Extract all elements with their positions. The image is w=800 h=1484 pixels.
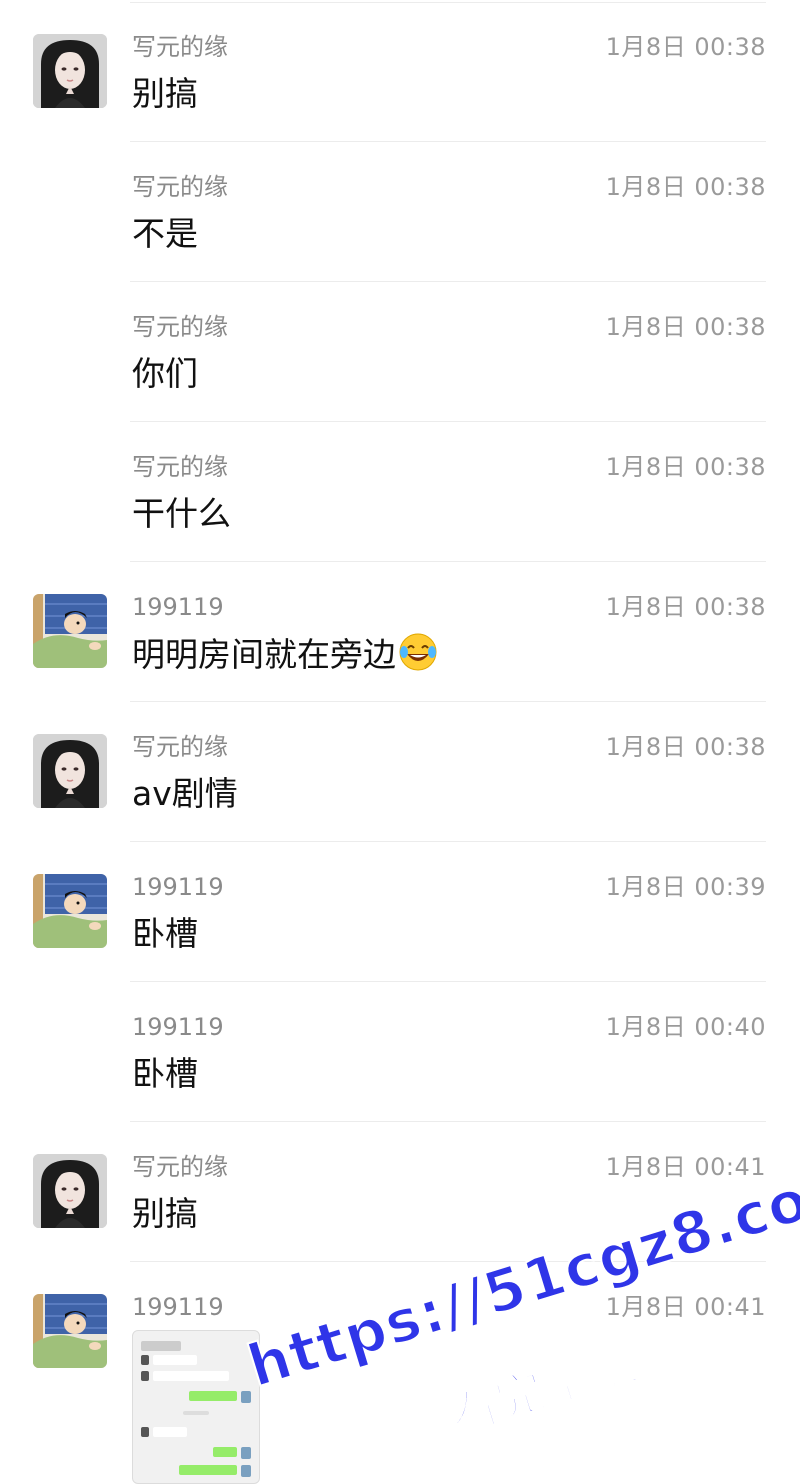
message-time: 1月8日 00:38 <box>605 173 766 201</box>
cartoon-avatar[interactable] <box>33 1294 107 1368</box>
message-text-content: 卧槽 <box>132 1054 198 1093</box>
sender-name: 199119 <box>132 873 224 901</box>
laughing-crying-emoji-icon <box>398 632 438 672</box>
screenshot-row <box>153 1355 197 1365</box>
message-text-content: 你们 <box>132 354 198 393</box>
message-time: 1月8日 00:40 <box>605 1013 766 1041</box>
screenshot-row <box>183 1411 209 1415</box>
message-time: 1月8日 00:38 <box>605 593 766 621</box>
girl-avatar[interactable] <box>33 1154 107 1228</box>
sender-name: 写元的缘 <box>132 453 228 481</box>
screenshot-row <box>189 1391 237 1401</box>
message-text: 你们 <box>132 352 198 396</box>
message-text: 干什么 <box>132 492 231 536</box>
message-time: 1月8日 00:41 <box>605 1293 766 1321</box>
message-text: 卧槽 <box>132 1052 198 1096</box>
screenshot-row <box>179 1465 237 1475</box>
message-text: 明明房间就在旁边 <box>132 632 438 677</box>
screenshot-row <box>141 1371 149 1381</box>
message-time: 1月8日 00:38 <box>605 313 766 341</box>
sender-name: 199119 <box>132 1013 224 1041</box>
chat-record-item[interactable]: 写元的缘 1月8日 00:41 别搞 <box>0 1122 800 1262</box>
chat-record-item[interactable]: 写元的缘 1月8日 00:38 不是 <box>0 142 800 282</box>
message-time: 1月8日 00:38 <box>605 453 766 481</box>
screenshot-row <box>141 1427 149 1437</box>
chat-record-item[interactable]: 199119 1月8日 00:41 <box>0 1262 800 1484</box>
sender-name: 写元的缘 <box>132 733 228 761</box>
chat-record-item[interactable]: 写元的缘 1月8日 00:38 干什么 <box>0 422 800 562</box>
message-text-content: 卧槽 <box>132 914 198 953</box>
screenshot-row <box>241 1465 251 1477</box>
message-time: 1月8日 00:38 <box>605 33 766 61</box>
chat-record-item[interactable]: 写元的缘 1月8日 00:38 别搞 <box>0 2 800 142</box>
message-text-content: av剧情 <box>132 774 238 813</box>
sender-name: 写元的缘 <box>132 313 228 341</box>
chat-record-item[interactable]: 199119 1月8日 00:39 卧槽 <box>0 842 800 982</box>
message-text-content: 别搞 <box>132 1194 198 1233</box>
chat-record-item[interactable]: 199119 1月8日 00:40 卧槽 <box>0 982 800 1122</box>
message-text-content: 明明房间就在旁边 <box>132 635 396 674</box>
message-text-content: 不是 <box>132 214 198 253</box>
sender-name: 199119 <box>132 593 224 621</box>
screenshot-row <box>141 1355 149 1365</box>
screenshot-row <box>241 1391 251 1403</box>
chat-record-item[interactable]: 写元的缘 1月8日 00:38 你们 <box>0 282 800 422</box>
cartoon-avatar[interactable] <box>33 874 107 948</box>
image-message[interactable] <box>132 1330 260 1484</box>
message-text-content: 别搞 <box>132 74 198 113</box>
sender-name: 写元的缘 <box>132 1153 228 1181</box>
chat-record-item[interactable]: 写元的缘 1月8日 00:38 av剧情 <box>0 702 800 842</box>
sender-name: 写元的缘 <box>132 173 228 201</box>
screenshot-row <box>141 1341 181 1351</box>
screenshot-row <box>241 1447 251 1459</box>
screenshot-row <box>153 1427 187 1437</box>
message-text: 卧槽 <box>132 912 198 956</box>
chat-record-item[interactable]: 199119 1月8日 00:38 明明房间就在旁边 <box>0 562 800 702</box>
message-text: 别搞 <box>132 72 198 116</box>
screenshot-row <box>213 1447 237 1457</box>
message-time: 1月8日 00:39 <box>605 873 766 901</box>
cartoon-avatar[interactable] <box>33 594 107 668</box>
message-time: 1月8日 00:41 <box>605 1153 766 1181</box>
sender-name: 写元的缘 <box>132 33 228 61</box>
girl-avatar[interactable] <box>33 34 107 108</box>
message-text: 不是 <box>132 212 198 256</box>
message-text: av剧情 <box>132 772 238 816</box>
message-time: 1月8日 00:38 <box>605 733 766 761</box>
message-text-content: 干什么 <box>132 494 231 533</box>
message-text: 别搞 <box>132 1192 198 1236</box>
screenshot-row <box>153 1371 229 1381</box>
girl-avatar[interactable] <box>33 734 107 808</box>
sender-name: 199119 <box>132 1293 224 1321</box>
